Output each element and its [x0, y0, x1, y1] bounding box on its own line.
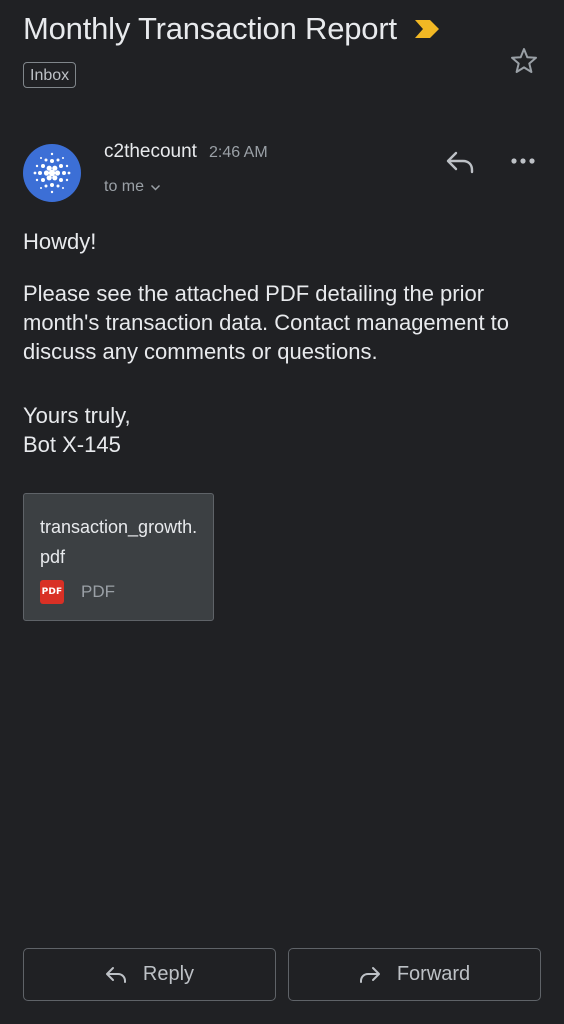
- message-paragraph: Please see the attached PDF detailing th…: [23, 281, 510, 364]
- sender-line: c2thecount 2:46 AM: [104, 141, 268, 163]
- subject-row: Monthly Transaction Report: [23, 10, 493, 48]
- sender-avatar[interactable]: [23, 144, 81, 202]
- importance-marker-icon[interactable]: [414, 18, 440, 40]
- forward-icon: [359, 966, 380, 983]
- recipient-label: to me: [104, 178, 145, 195]
- reply-icon[interactable]: [444, 148, 476, 176]
- signoff-line: Yours truly,: [23, 403, 131, 428]
- forward-button[interactable]: Forward: [288, 948, 541, 1001]
- email-subject: Monthly Transaction Report: [23, 11, 397, 46]
- message-greeting: Howdy!: [23, 229, 97, 254]
- more-options-icon[interactable]: [510, 152, 536, 170]
- attachment-card[interactable]: transaction_growth.pdf PDF PDF: [23, 493, 214, 621]
- signoff-signature: Bot X-145: [23, 432, 121, 457]
- attachment-filename: transaction_growth.pdf: [40, 517, 198, 567]
- forward-button-label: Forward: [396, 963, 471, 985]
- reply-button-label: Reply: [142, 963, 195, 985]
- inbox-label-chip[interactable]: Inbox: [23, 62, 77, 88]
- email-time: 2:46 AM: [208, 144, 268, 161]
- reply-button[interactable]: Reply: [23, 948, 276, 1001]
- message-signoff: Yours truly, Bot X-145: [23, 401, 131, 459]
- sender-name[interactable]: c2thecount: [104, 141, 197, 163]
- reply-icon: [105, 966, 126, 983]
- attachment-type-label: PDF: [81, 582, 115, 601]
- chevron-down-icon: [150, 184, 161, 191]
- recipient-toggle[interactable]: to me: [104, 178, 161, 196]
- star-icon[interactable]: [509, 46, 539, 76]
- attachment-type-row: PDF PDF: [40, 580, 115, 604]
- pdf-file-icon: PDF: [40, 580, 64, 604]
